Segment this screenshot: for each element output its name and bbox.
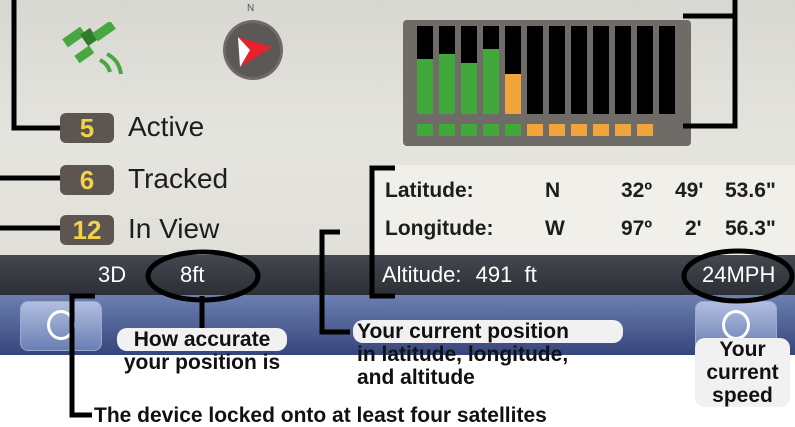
- in-view-label: In View: [128, 213, 220, 244]
- speed-callout-line1: Your: [719, 338, 766, 361]
- status-bar: 3D 8ft Altitude: 491 ft 24MPH: [0, 255, 795, 295]
- speed-callout: Your current speed: [695, 338, 790, 407]
- signal-indicator-dot: [483, 124, 499, 136]
- position-callout-line1: Your current position: [353, 320, 623, 343]
- in-view-count: 12: [60, 215, 114, 245]
- signal-indicator-dot: [615, 124, 631, 136]
- signal-indicator-dot: [571, 124, 587, 136]
- signal-bar: [461, 63, 477, 114]
- tracked-label: Tracked: [128, 163, 229, 194]
- active-label: Active: [128, 111, 205, 142]
- signal-bar-track: [615, 26, 631, 114]
- signal-bar: [417, 59, 433, 114]
- gps-info-screen: N 5 Active 6 Tracked 12 In View Latitude…: [0, 0, 795, 355]
- compass-arrow-icon: [223, 20, 283, 80]
- latitude-label: Latitude:: [385, 179, 474, 202]
- signal-indicator-dot: [593, 124, 609, 136]
- position-callout: Your current position in latitude, longi…: [353, 320, 623, 389]
- latitude-sec: 53.6": [725, 179, 776, 202]
- signal-bar-track: [593, 26, 609, 114]
- compass: N: [218, 3, 288, 90]
- signal-indicator-dot: [549, 124, 565, 136]
- signal-bar-track: [571, 26, 587, 114]
- signal-bar-track: [549, 26, 565, 114]
- speed-value: 24MPH: [702, 262, 776, 287]
- coordinates-panel: Latitude: N 32º 49' 53.6" Longitude: W 9…: [370, 165, 795, 255]
- position-callout-line3: and altitude: [357, 366, 475, 389]
- satellite-signal-bars: [403, 20, 691, 146]
- accuracy-value: 8ft: [180, 262, 205, 287]
- signal-bar: [505, 74, 521, 114]
- signal-indicator-dot: [461, 124, 477, 136]
- altitude-readout: Altitude: 491 ft: [382, 261, 537, 289]
- latitude-deg: 32º: [621, 179, 653, 202]
- position-callout-line2: in latitude, longitude,: [357, 343, 569, 366]
- signal-bar-track: [527, 26, 543, 114]
- signal-indicator-dot: [439, 124, 455, 136]
- altitude-unit: ft: [524, 262, 537, 287]
- tracked-count: 6: [60, 165, 114, 195]
- volume-button[interactable]: [20, 301, 102, 351]
- signal-indicator-dot: [637, 124, 653, 136]
- signal-indicator-dot: [527, 124, 543, 136]
- speaker-icon: [47, 310, 75, 340]
- speed-callout-line3: speed: [712, 384, 773, 407]
- longitude-label: Longitude:: [385, 217, 494, 240]
- accuracy-callout: How accurate your position is: [117, 328, 287, 374]
- speed-callout-line2: current: [706, 361, 779, 384]
- signal-bar-track: [637, 26, 653, 114]
- satellite-icon: [62, 22, 123, 75]
- fix-type: 3D: [98, 262, 127, 287]
- accuracy-callout-line2: your position is: [123, 351, 281, 374]
- latitude-dir: N: [545, 179, 561, 202]
- longitude-sec: 56.3": [725, 217, 776, 240]
- active-count: 5: [60, 113, 114, 143]
- altitude-value: 491: [475, 262, 513, 287]
- signal-indicator-dot: [417, 124, 433, 136]
- signal-bar: [483, 49, 499, 114]
- accuracy-callout-line1: How accurate: [117, 328, 287, 351]
- compass-north-label: N: [247, 3, 255, 14]
- signal-indicator-dot: [505, 124, 521, 136]
- altitude-label: Altitude:: [382, 262, 462, 287]
- longitude-min: 2': [685, 217, 702, 240]
- longitude-deg: 97º: [621, 217, 653, 240]
- longitude-dir: W: [545, 217, 565, 240]
- latitude-min: 49': [675, 179, 704, 202]
- menu-icon: [722, 310, 750, 340]
- fix-callout: The device locked onto at least four sat…: [94, 404, 547, 427]
- signal-bar: [439, 54, 455, 114]
- signal-bar-track: [659, 26, 675, 114]
